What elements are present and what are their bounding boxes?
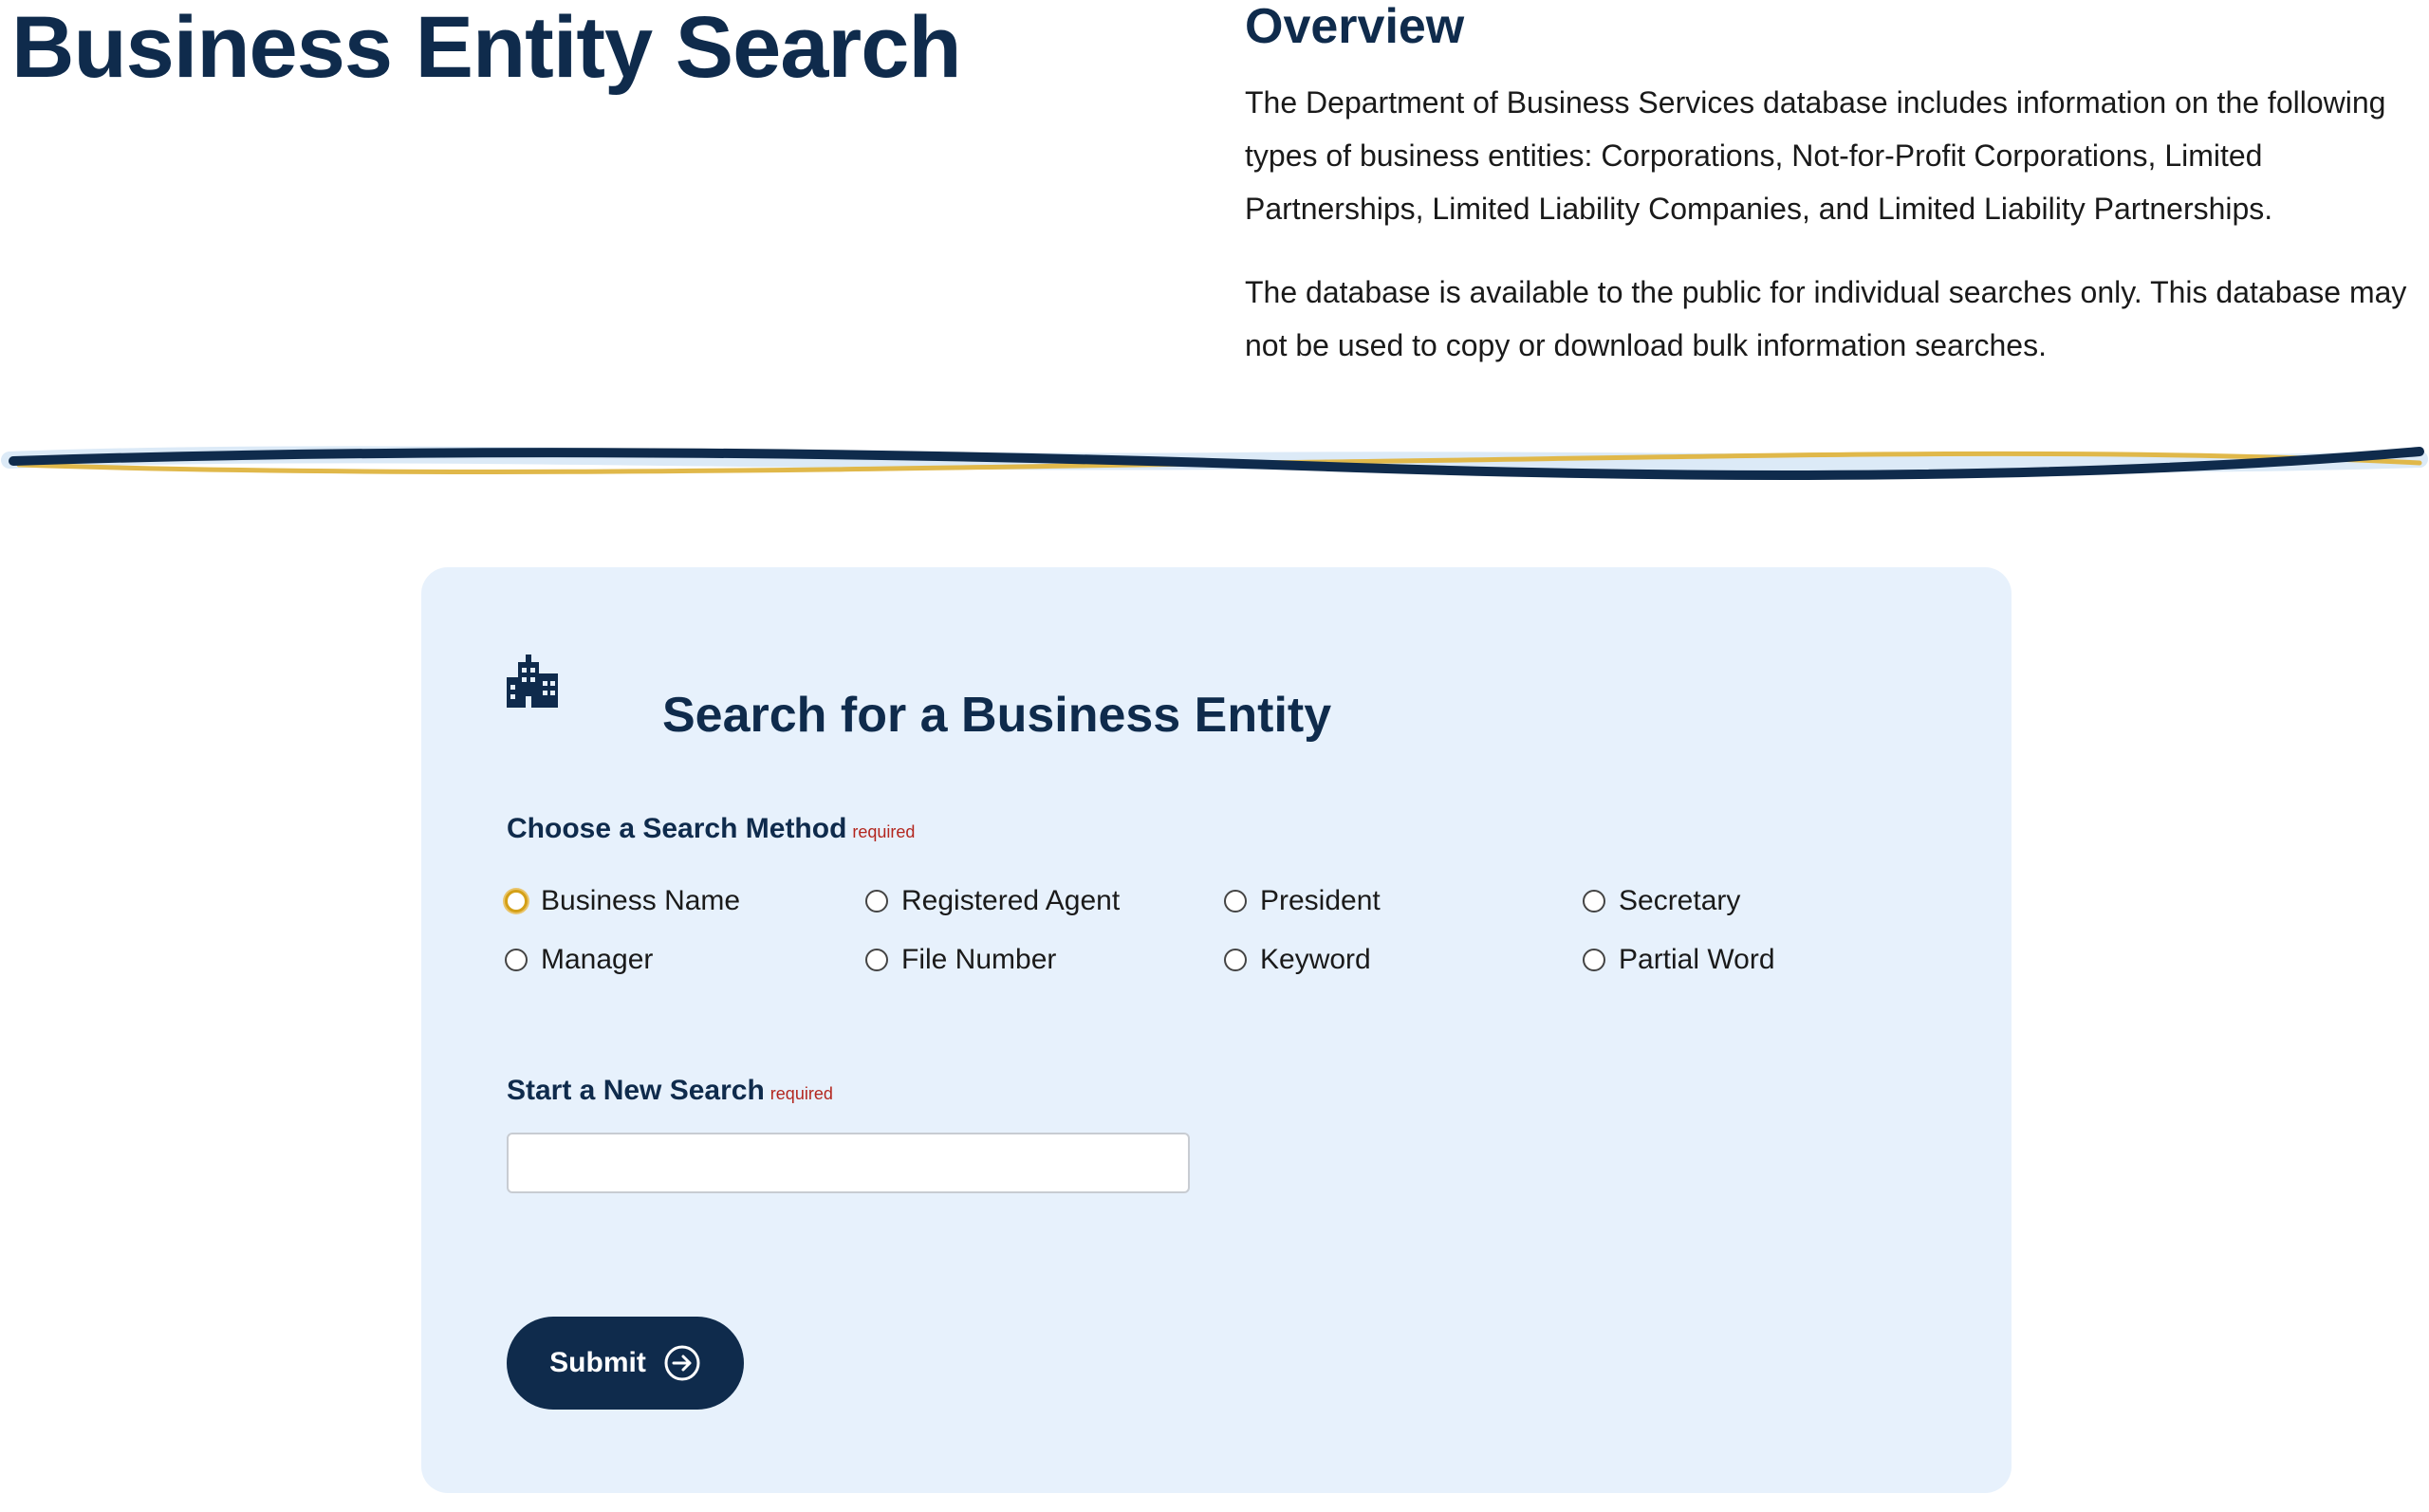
wavy-divider (1, 446, 2428, 481)
radio-button[interactable] (1583, 890, 1605, 913)
radio-label: Secretary (1619, 885, 1741, 916)
radio-button[interactable] (505, 949, 528, 971)
search-method-label: Choose a Search Method required (507, 810, 915, 851)
search-card: Search for a Business Entity Choose a Se… (421, 567, 2012, 1493)
radio-label: Registered Agent (901, 885, 1121, 916)
radio-button[interactable] (865, 949, 888, 971)
required-indicator: required (852, 822, 916, 841)
arrow-right-circle-icon (664, 1345, 700, 1381)
radio-button[interactable] (1224, 949, 1247, 971)
submit-button-label: Submit (549, 1347, 646, 1378)
radio-button[interactable] (865, 890, 888, 913)
search-card-title: Search for a Business Entity (662, 688, 1332, 743)
building-icon (507, 655, 558, 708)
radio-file-number[interactable]: File Number (865, 941, 1056, 979)
radio-button[interactable] (505, 890, 528, 913)
radio-registered-agent[interactable]: Registered Agent (865, 882, 1120, 920)
radio-manager[interactable]: Manager (505, 941, 653, 979)
radio-label: Business Name (541, 885, 741, 916)
page-title: Business Entity Search (11, 0, 962, 96)
overview-paragraph-1: The Department of Business Services data… (1245, 85, 2386, 226)
radio-button[interactable] (1224, 890, 1247, 913)
required-indicator: required (769, 1084, 833, 1103)
radio-secretary[interactable]: Secretary (1583, 882, 1740, 920)
submit-button[interactable]: Submit (507, 1317, 744, 1410)
radio-label: Manager (541, 944, 654, 975)
search-method-label-text: Choose a Search Method (507, 813, 847, 844)
radio-business-name[interactable]: Business Name (505, 882, 740, 920)
radio-president[interactable]: President (1224, 882, 1381, 920)
new-search-label: Start a New Search required (507, 1072, 833, 1113)
radio-partial-word[interactable]: Partial Word (1583, 941, 1775, 979)
new-search-label-text: Start a New Search (507, 1075, 765, 1106)
radio-keyword[interactable]: Keyword (1224, 941, 1371, 979)
overview-paragraph-2: The database is available to the public … (1245, 275, 2407, 362)
radio-label: President (1260, 885, 1381, 916)
overview-heading: Overview (1245, 0, 1465, 54)
radio-label: File Number (901, 944, 1057, 975)
radio-button[interactable] (1583, 949, 1605, 971)
overview-section: Overview The Department of Business Serv… (1245, 0, 2421, 372)
search-input[interactable] (507, 1133, 1190, 1193)
radio-label: Keyword (1260, 944, 1371, 975)
radio-label: Partial Word (1619, 944, 1775, 975)
